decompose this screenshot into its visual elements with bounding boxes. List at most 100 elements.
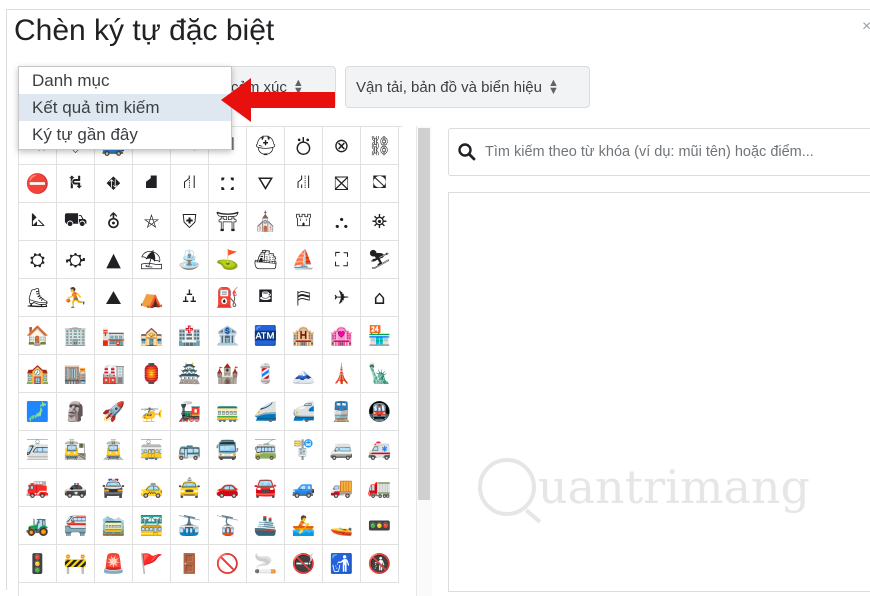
symbol-cell[interactable]: ⛯ [361,203,399,241]
symbol-cell[interactable]: 🚠 [171,507,209,545]
symbol-cell[interactable]: 🚨 [95,545,133,583]
symbol-cell[interactable]: ⛭ [19,241,57,279]
symbol-cell[interactable]: 🚫 [209,545,247,583]
symbol-cell[interactable]: ⛖ [95,165,133,203]
symbol-cell[interactable]: 🚊 [95,431,133,469]
symbol-cell[interactable]: 🏤 [133,317,171,355]
symbol-cell[interactable]: 🚭 [285,545,323,583]
symbol-cell[interactable]: ⛝ [323,165,361,203]
symbol-cell[interactable]: ⛵ [285,241,323,279]
symbol-cell[interactable]: ⛿ [285,279,323,317]
symbol-cell[interactable]: ⛺ [133,279,171,317]
symbol-cell[interactable]: 🚗 [209,469,247,507]
symbol-cell[interactable]: ⛱ [133,241,171,279]
symbol-cell[interactable]: 🏰 [209,355,247,393]
symbol-cell[interactable]: ⛞ [361,165,399,203]
symbol-cell[interactable]: 🚩 [133,545,171,583]
search-box[interactable] [448,128,870,176]
symbol-cell[interactable]: ⊗ [323,127,361,165]
symbol-cell[interactable]: ⛘ [133,165,171,203]
symbol-cell[interactable]: 🚯 [361,545,399,583]
symbol-cell[interactable]: 🚇 [361,393,399,431]
symbol-cell[interactable]: 🚣 [285,507,323,545]
symbol-cell[interactable]: 🚕 [133,469,171,507]
symbol-cell[interactable]: 🏥 [171,317,209,355]
symbol-cell[interactable]: ⛸ [19,279,57,317]
symbol-cell[interactable]: 🚧 [57,545,95,583]
symbol-cell[interactable]: ⛚ [209,165,247,203]
symbol-cell[interactable]: 🚆 [323,393,361,431]
symbol-cell[interactable]: 🏨 [285,317,323,355]
symbol-cell[interactable]: 🚚 [323,469,361,507]
symbol-cell[interactable]: 🚋 [133,431,171,469]
symbol-cell[interactable]: 🚜 [19,507,57,545]
symbol-cell[interactable]: 🚟 [133,507,171,545]
symbol-cell[interactable]: ⛣ [285,127,323,165]
symbol-cell[interactable]: 🚝 [57,507,95,545]
symbol-cell[interactable]: 🚎 [247,431,285,469]
symbol-cell[interactable]: ⛫ [285,203,323,241]
symbol-cell[interactable]: 🚛 [361,469,399,507]
dropdown-item-ket-qua-tim-kiem[interactable]: Kết quả tìm kiếm [19,94,231,121]
symbol-cell[interactable]: 🏮 [133,355,171,393]
symbol-cell[interactable]: ⛩ [209,203,247,241]
symbol-cell[interactable]: 🚤 [323,507,361,545]
dropdown-item-ky-tu-gan-day[interactable]: Ký tự gần đây [19,121,231,148]
symbol-cell[interactable]: 🚦 [19,545,57,583]
symbol-cell[interactable]: ▲ [95,241,133,279]
symbol-cell[interactable]: ✈ [323,279,361,317]
symbol-cell[interactable]: ⛾ [247,279,285,317]
symbol-cell[interactable]: 🏯 [171,355,209,393]
symbol-cell[interactable]: ⛤ [133,203,171,241]
symbol-cell[interactable]: 🚄 [247,393,285,431]
symbol-cell[interactable]: 🚔 [95,469,133,507]
symbol-cell[interactable]: 🚞 [95,507,133,545]
symbol-cell[interactable]: 🚂 [171,393,209,431]
symbol-cell[interactable]: 🏧 [247,317,285,355]
symbol-cell[interactable]: ⛹ [57,279,95,317]
symbol-cell[interactable]: ⛛ [247,165,285,203]
symbol-cell[interactable]: 🏬 [57,355,95,393]
symbol-cell[interactable]: 🚑 [361,431,399,469]
symbol-cell[interactable]: 🚌 [171,431,209,469]
category-dropdown-menu[interactable]: Danh mục Kết quả tìm kiếm Ký tự gần đây [18,66,232,150]
symbol-cell[interactable]: ⛷ [361,241,399,279]
symbol-cell[interactable]: 🏫 [19,355,57,393]
symbol-cell[interactable]: ⛜ [285,165,323,203]
symbol-cell[interactable]: ⛢ [95,203,133,241]
symbol-cell[interactable]: 🗾 [19,393,57,431]
symbol-cell[interactable]: ⛶ [323,241,361,279]
search-input[interactable] [483,143,870,161]
symbol-cell[interactable]: 🚘 [247,469,285,507]
symbol-cell[interactable]: ⛽ [209,279,247,317]
symbol-cell[interactable]: 🚙 [285,469,323,507]
symbol-cell[interactable]: ⛟ [57,203,95,241]
symbol-cell[interactable]: 🏠 [19,317,57,355]
symbol-cell[interactable]: 🗿 [57,393,95,431]
subcategory-select[interactable]: Vận tải, bản đồ và biển hiệu ▲ ▼ [345,66,590,108]
symbol-cell[interactable]: 🗽 [361,355,399,393]
symbol-cell[interactable]: ⌂ [361,279,399,317]
symbol-cell[interactable]: ⛴ [247,241,285,279]
symbol-cell[interactable]: 🏦 [209,317,247,355]
symbol-cell[interactable]: 🏩 [323,317,361,355]
symbol-cell[interactable]: 💈 [247,355,285,393]
symbol-cell[interactable]: 🏢 [57,317,95,355]
symbol-cell[interactable]: ⛮ [57,241,95,279]
symbol-cell[interactable]: 🚥 [361,507,399,545]
symbol-cell[interactable]: ⛙ [171,165,209,203]
symbol-cell[interactable]: 🚮 [323,545,361,583]
symbol-cell[interactable]: ⛬ [323,203,361,241]
close-icon[interactable]: × [862,18,870,36]
symbol-cell[interactable]: ⛓ [361,127,399,165]
symbol-cell[interactable]: 🚡 [209,507,247,545]
symbol-cell[interactable]: 🚐 [323,431,361,469]
symbol-cell[interactable]: 🚖 [171,469,209,507]
symbol-cell[interactable]: ⛡ [19,203,57,241]
symbol-cell[interactable]: ⛕ [57,165,95,203]
symbol-cell[interactable]: ⛑ [247,127,285,165]
symbol-cell[interactable]: ⛲ [171,241,209,279]
symbol-cell[interactable]: ⛼ [171,279,209,317]
symbol-cell[interactable]: 🚓 [57,469,95,507]
symbol-cell[interactable]: ⛨ [171,203,209,241]
